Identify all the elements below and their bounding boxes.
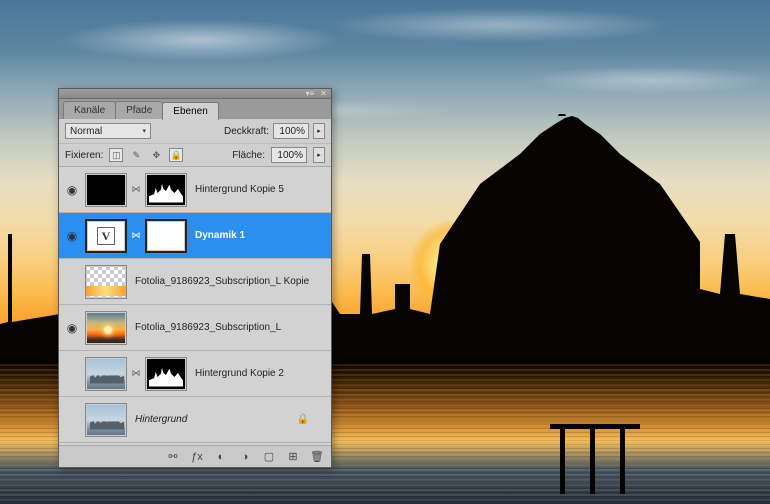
adjustment-layer-icon[interactable]: ◑ [237, 449, 253, 465]
layer-thumbnail[interactable] [85, 311, 127, 345]
layer-mask-thumbnail[interactable] [145, 357, 187, 391]
layer-row[interactable]: ⋈ Hintergrund Kopie 2 [59, 351, 331, 397]
layer-mask-add-icon[interactable]: ◐ [213, 449, 229, 465]
lock-icon: 🔒 [297, 414, 327, 425]
lock-label: Fixieren: [65, 150, 103, 161]
layer-thumbnail[interactable] [85, 357, 127, 391]
lock-all-icon[interactable]: 🔒 [169, 148, 183, 162]
fill-input[interactable]: 100% [271, 147, 307, 163]
opacity-flyout-icon[interactable]: ▸ [313, 123, 325, 139]
lock-pixels-icon[interactable]: ✎ [129, 148, 143, 162]
dock [540, 374, 660, 494]
opacity-input[interactable]: 100% [273, 123, 309, 139]
layer-style-icon[interactable]: ƒx [189, 449, 205, 465]
layer-thumbnail[interactable] [85, 403, 127, 437]
mask-link-icon[interactable]: ⋈ [131, 230, 141, 241]
visibility-icon[interactable]: ◉ [63, 319, 81, 337]
layer-thumbnail[interactable] [85, 265, 127, 299]
new-group-icon[interactable]: ▢ [261, 449, 277, 465]
opacity-label: Deckkraft: [224, 126, 269, 137]
visibility-icon[interactable] [63, 411, 81, 429]
delete-layer-icon[interactable]: 🗑 [309, 449, 325, 465]
lock-position-icon[interactable]: ✥ [149, 148, 163, 162]
layer-name[interactable]: Hintergrund [131, 414, 293, 425]
visibility-icon[interactable] [63, 273, 81, 291]
tab-paths[interactable]: Pfade [115, 101, 163, 119]
lock-transparent-icon[interactable]: ◫ [109, 148, 123, 162]
adjustment-icon[interactable] [85, 219, 127, 253]
layer-row[interactable]: ◉ Fotolia_9186923_Subscription_L [59, 305, 331, 351]
panel-tabs: Kanäle Pfade Ebenen [59, 99, 331, 119]
blend-mode-value: Normal [70, 126, 102, 137]
fill-label: Fläche: [232, 150, 265, 161]
layer-row[interactable]: ◉ ⋈ Dynamik 1 [59, 213, 331, 259]
link-layers-icon[interactable]: ⚯ [165, 449, 181, 465]
layer-row[interactable]: Hintergrund 🔒 [59, 397, 331, 443]
tab-layers[interactable]: Ebenen [162, 102, 218, 120]
mask-link-icon[interactable]: ⋈ [131, 184, 141, 195]
panel-menu-icon[interactable]: ▾≡ [306, 89, 315, 98]
mask-link-icon[interactable]: ⋈ [131, 368, 141, 379]
layers-list: ◉ ⋈ Hintergrund Kopie 5 ◉ ⋈ Dynamik 1 Fo… [59, 167, 331, 445]
layer-name[interactable]: Dynamik 1 [191, 230, 327, 241]
fill-flyout-icon[interactable]: ▸ [313, 147, 325, 163]
panel-footer: ⚯ ƒx ◐ ◑ ▢ ⊞ 🗑 [59, 445, 331, 467]
layer-name[interactable]: Fotolia_9186923_Subscription_L Kopie [131, 276, 327, 287]
new-layer-icon[interactable]: ⊞ [285, 449, 301, 465]
layer-name[interactable]: Fotolia_9186923_Subscription_L [131, 322, 327, 333]
layer-row[interactable]: Fotolia_9186923_Subscription_L Kopie [59, 259, 331, 305]
chevron-down-icon: ▾ [142, 127, 146, 135]
blend-row: Normal ▾ Deckkraft: 100% ▸ [59, 119, 331, 144]
panel-titlebar[interactable]: ▾≡ ✕ [59, 89, 331, 99]
layer-name[interactable]: Hintergrund Kopie 2 [191, 368, 327, 379]
layer-row[interactable]: ◉ ⋈ Hintergrund Kopie 5 [59, 167, 331, 213]
lock-row: Fixieren: ◫ ✎ ✥ 🔒 Fläche: 100% ▸ [59, 144, 331, 167]
visibility-icon[interactable] [63, 365, 81, 383]
layers-panel: ▾≡ ✕ Kanäle Pfade Ebenen Normal ▾ Deckkr… [58, 88, 332, 468]
layer-name[interactable]: Hintergrund Kopie 5 [191, 184, 327, 195]
tab-channels[interactable]: Kanäle [63, 101, 116, 119]
visibility-icon[interactable]: ◉ [63, 227, 81, 245]
layer-mask-thumbnail[interactable] [145, 219, 187, 253]
blend-mode-select[interactable]: Normal ▾ [65, 123, 151, 139]
visibility-icon[interactable]: ◉ [63, 181, 81, 199]
layer-thumbnail[interactable] [85, 173, 127, 207]
panel-close-icon[interactable]: ✕ [320, 89, 327, 98]
layer-mask-thumbnail[interactable] [145, 173, 187, 207]
